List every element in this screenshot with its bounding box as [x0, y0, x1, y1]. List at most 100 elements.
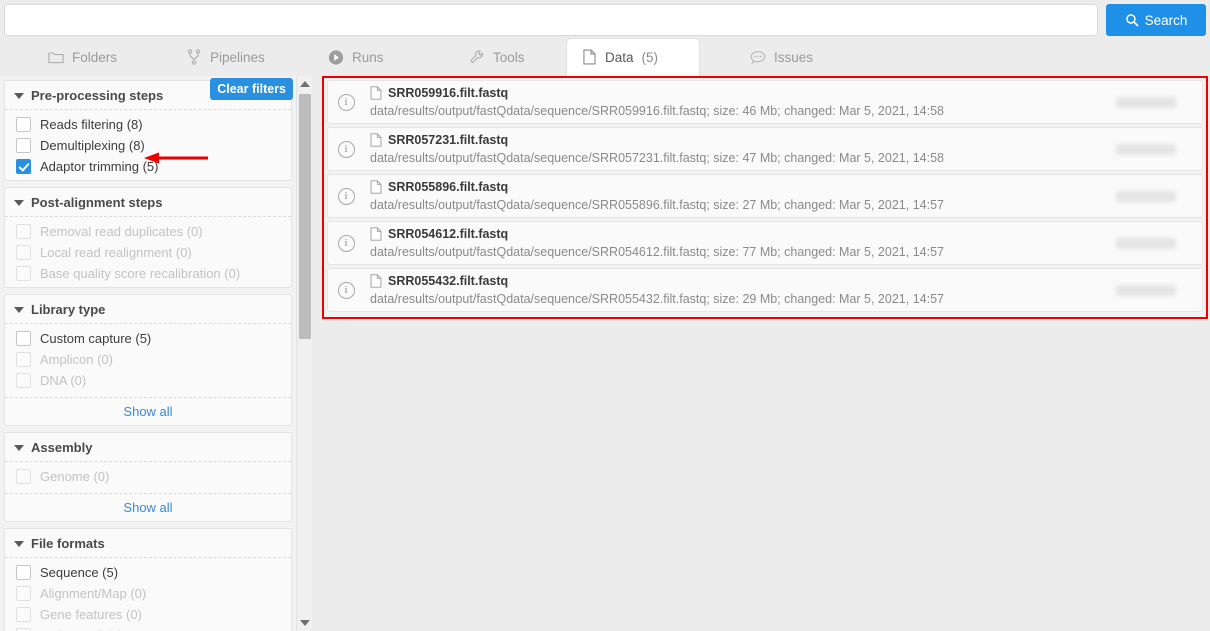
filter-option: Local read realignment (0): [5, 242, 291, 263]
play-icon: [328, 49, 344, 65]
redacted-label: [1116, 143, 1176, 155]
filter-option: Removal read duplicates (0): [5, 221, 291, 242]
list-item-title: SRR057231.filt.fastq: [370, 133, 1116, 148]
filter-option-label: Amplicon (0): [40, 352, 113, 367]
facet-options: Custom capture (5) Amplicon (0) DNA (0): [5, 324, 291, 394]
facet-options: Removal read duplicates (0) Local read re…: [5, 217, 291, 287]
info-icon[interactable]: i: [328, 187, 364, 205]
filter-option-label: Gene features (0): [40, 607, 142, 622]
list-item-body: SRR059916.filt.fastq data/results/output/…: [364, 86, 1116, 119]
caret-down-icon: [14, 92, 24, 99]
caret-down-icon: [14, 199, 24, 206]
facet-options: Sequence (5) Alignment/Map (0) Gene featur…: [5, 558, 291, 631]
list-item-details: data/results/output/fastQdata/sequence/S…: [370, 197, 944, 212]
checkbox-icon: [16, 352, 31, 367]
facet-file-formats: File formats Sequence (5) Alignment/Map (0…: [4, 528, 292, 631]
checkbox-checked-icon[interactable]: [16, 159, 31, 174]
filter-option: Base quality score recalibration (0): [5, 263, 291, 284]
filter-option: Variant call (0): [5, 625, 291, 631]
file-icon: [370, 133, 382, 147]
search-icon: [1125, 13, 1139, 27]
list-item[interactable]: i SRR055432.filt.fastq data/results/output…: [327, 268, 1203, 312]
list-item-name: SRR055432.filt.fastq: [388, 273, 509, 288]
filter-option-label: Custom capture (5): [40, 331, 152, 346]
facet-header[interactable]: Post-alignment steps: [5, 188, 291, 217]
tab-pipelines-label: Pipelines: [210, 49, 265, 65]
info-icon[interactable]: i: [328, 140, 364, 158]
show-all-link[interactable]: Show all: [5, 397, 291, 425]
tab-issues[interactable]: Issues: [736, 38, 827, 76]
redacted-label: [1116, 284, 1176, 296]
list-item[interactable]: i SRR059916.filt.fastq data/results/output…: [327, 80, 1203, 124]
facet-header[interactable]: Library type: [5, 295, 291, 324]
sidebar-scrollbar[interactable]: [296, 76, 312, 631]
list-item-title: SRR054612.filt.fastq: [370, 227, 1116, 242]
tab-data[interactable]: Data (5): [566, 38, 700, 76]
caret-down-icon: [14, 306, 24, 313]
tab-tools[interactable]: Tools: [455, 38, 539, 76]
file-icon: [370, 86, 382, 100]
checkbox-icon[interactable]: [16, 117, 31, 132]
tab-tools-label: Tools: [493, 49, 525, 65]
scrollbar-thumb[interactable]: [299, 94, 311, 339]
info-icon[interactable]: i: [328, 234, 364, 252]
tab-data-count: (5): [641, 49, 659, 65]
list-item-details: data/results/output/fastQdata/sequence/S…: [370, 103, 944, 118]
tab-folders[interactable]: Folders: [34, 38, 131, 76]
filter-option[interactable]: Adaptor trimming (5): [5, 156, 291, 177]
tab-folders-label: Folders: [72, 49, 118, 65]
facet-header[interactable]: Assembly: [5, 433, 291, 462]
scroll-down-arrow-icon[interactable]: [297, 615, 313, 631]
top-search-bar: Search: [0, 0, 1210, 38]
filter-option-label: Demultiplexing (8): [40, 138, 145, 153]
filter-option-label: Sequence (5): [40, 565, 119, 580]
filter-option-label: Removal read duplicates (0): [40, 224, 203, 239]
clear-filters-button[interactable]: Clear filters: [210, 78, 293, 100]
list-item[interactable]: i SRR054612.filt.fastq data/results/output…: [327, 221, 1203, 265]
list-item-body: SRR055432.filt.fastq data/results/output/…: [364, 274, 1116, 307]
show-all-link[interactable]: Show all: [5, 493, 291, 521]
checkbox-icon[interactable]: [16, 565, 31, 580]
filter-option-label: Base quality score recalibration (0): [40, 266, 241, 281]
file-icon: [370, 227, 382, 241]
facet-title: Pre-processing steps: [31, 88, 164, 103]
facet-options: Genome (0): [5, 462, 291, 490]
filter-option: Alignment/Map (0): [5, 583, 291, 604]
facet-assembly: Assembly Genome (0) Show all: [4, 432, 292, 522]
scroll-up-arrow-icon[interactable]: [297, 76, 313, 92]
filter-option[interactable]: Reads filtering (8): [5, 114, 291, 135]
results-list: i SRR059916.filt.fastq data/results/output…: [322, 76, 1208, 319]
pipeline-icon: [186, 49, 202, 65]
filter-option[interactable]: Custom capture (5): [5, 328, 291, 349]
facet-pre-processing-steps: Pre-processing steps Clear filters Reads f…: [4, 78, 293, 181]
tab-runs-label: Runs: [352, 49, 384, 65]
info-icon[interactable]: i: [328, 93, 364, 111]
info-icon[interactable]: i: [328, 281, 364, 299]
checkbox-icon: [16, 266, 31, 281]
facet-header[interactable]: File formats: [5, 529, 291, 558]
tab-data-label: Data: [605, 49, 634, 65]
tab-runs[interactable]: Runs: [314, 38, 398, 76]
list-item[interactable]: i SRR055896.filt.fastq data/results/output…: [327, 174, 1203, 218]
filter-option-label: Alignment/Map (0): [40, 586, 147, 601]
list-item[interactable]: i SRR057231.filt.fastq data/results/output…: [327, 127, 1203, 171]
checkbox-icon: [16, 245, 31, 260]
checkbox-icon: [16, 373, 31, 388]
search-input[interactable]: [4, 4, 1098, 36]
list-item-title: SRR055432.filt.fastq: [370, 274, 1116, 289]
redacted-label: [1116, 96, 1176, 108]
redacted-label: [1116, 237, 1176, 249]
tab-pipelines[interactable]: Pipelines: [172, 38, 279, 76]
tab-issues-label: Issues: [774, 49, 814, 65]
filter-option[interactable]: Sequence (5): [5, 562, 291, 583]
checkbox-icon[interactable]: [16, 331, 31, 346]
checkbox-icon: [16, 586, 31, 601]
facet-title: Assembly: [31, 440, 93, 455]
checkbox-icon[interactable]: [16, 138, 31, 153]
filter-option-label: Adaptor trimming (5): [40, 159, 159, 174]
filter-option-label: Reads filtering (8): [40, 117, 143, 132]
filter-option-label: DNA (0): [40, 373, 87, 388]
list-item-name: SRR057231.filt.fastq: [388, 132, 509, 147]
search-button[interactable]: Search: [1106, 4, 1206, 36]
filter-option[interactable]: Demultiplexing (8): [5, 135, 291, 156]
